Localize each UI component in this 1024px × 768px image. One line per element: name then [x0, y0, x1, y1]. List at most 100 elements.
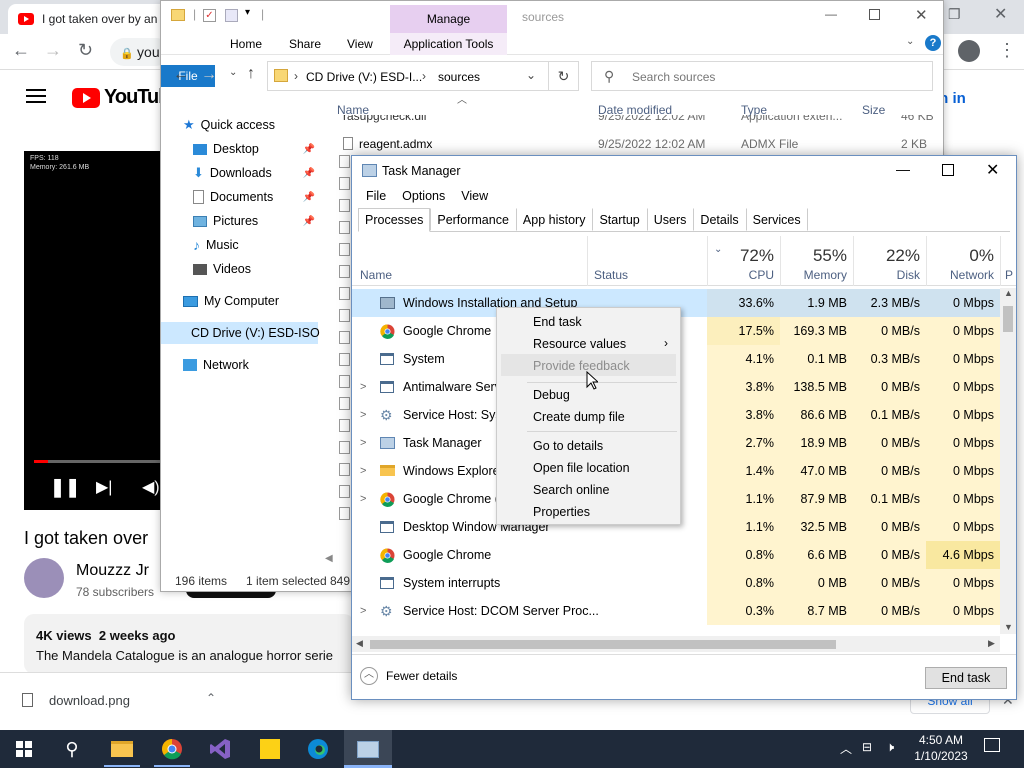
chrome-tab[interactable]: I got taken over by an [8, 4, 168, 34]
menu-go-to-details[interactable]: Go to details [533, 439, 603, 453]
address-bar[interactable]: › CD Drive (V:) ESD-I... › sources ⌄ ↻ [267, 61, 579, 91]
expand-chevron-icon[interactable]: > [360, 429, 366, 457]
up-arrow-icon[interactable]: ↑ [247, 65, 255, 83]
column-name[interactable]: Name [360, 268, 392, 282]
back-arrow-icon[interactable]: ← [12, 40, 30, 61]
menu-view[interactable]: View [453, 186, 496, 208]
close-icon[interactable]: ✕ [915, 6, 928, 24]
taskbar-edge[interactable] [294, 730, 342, 768]
manage-contextual-tab[interactable]: Manage [390, 5, 507, 33]
network-tray-icon[interactable]: ⊟ [862, 740, 872, 754]
back-arrow-icon[interactable]: ← [173, 66, 189, 84]
menu-file[interactable]: File [358, 186, 394, 208]
nav-downloads[interactable]: ⬇ Downloads 📌 [193, 162, 315, 184]
channel-name[interactable]: Mouzzz Jr [76, 562, 149, 580]
expand-chevron-icon[interactable]: > [360, 401, 366, 429]
ribbon-tab-application-tools[interactable]: Application Tools [390, 33, 507, 55]
forward-arrow-icon[interactable]: → [44, 40, 62, 61]
properties-icon[interactable]: ✓ [203, 9, 216, 22]
hscrollbar-thumb[interactable] [370, 640, 836, 649]
video-progress-bar[interactable] [34, 460, 170, 463]
recent-locations-icon[interactable]: ⌄ [229, 67, 237, 78]
process-row[interactable]: System interrupts 0.8% 0 MB 0 MB/s 0 Mbps [352, 569, 1000, 597]
help-icon[interactable]: ? [925, 35, 941, 51]
restore-icon[interactable]: ❐ [948, 6, 961, 23]
file-row[interactable]: rasupgcheck.dll 9/25/2022 12:02 AM Appli… [337, 115, 943, 131]
ribbon-tab-view[interactable]: View [347, 37, 373, 51]
video-player[interactable]: FPS: 118 Memory: 261.6 MB ❚❚ ▶| ◀) [24, 151, 174, 510]
tab-app-history[interactable]: App history [515, 208, 593, 231]
nav-music[interactable]: ♪ Music [193, 234, 239, 256]
process-row[interactable]: Google Chrome 0.8% 6.6 MB 0 MB/s 4.6 Mbps [352, 541, 1000, 569]
nav-quick-access[interactable]: ★ Quick access [183, 114, 275, 136]
expand-chevron-icon[interactable]: > [360, 457, 366, 485]
nav-my-computer[interactable]: My Computer [183, 290, 279, 312]
new-folder-icon[interactable] [225, 9, 238, 22]
tab-services[interactable]: Services [745, 208, 808, 231]
horizontal-scrollbar[interactable]: ◀ ▶ [352, 636, 1000, 652]
menu-open-file-location[interactable]: Open file location [533, 461, 630, 475]
menu-debug[interactable]: Debug [533, 388, 570, 402]
menu-search-online[interactable]: Search online [533, 483, 609, 497]
taskbar-sticky-notes[interactable] [246, 730, 294, 768]
tab-users[interactable]: Users [646, 208, 694, 231]
column-disk[interactable]: 22% Disk [853, 236, 926, 286]
next-icon[interactable]: ▶| [96, 477, 112, 497]
tab-performance[interactable]: Performance [430, 208, 516, 231]
tab-startup[interactable]: Startup [592, 208, 646, 231]
nav-pictures[interactable]: Pictures 📌 [193, 210, 315, 232]
column-network[interactable]: 0% Network [926, 236, 1000, 286]
notifications-icon[interactable] [984, 738, 1000, 752]
minimize-icon[interactable]: — [825, 7, 837, 21]
menu-end-task[interactable]: End task [533, 315, 582, 329]
maximize-icon[interactable] [869, 9, 880, 20]
menu-create-dump-file[interactable]: Create dump file [533, 410, 625, 424]
pause-icon[interactable]: ❚❚ [50, 477, 80, 498]
scroll-right-icon[interactable]: ▶ [988, 638, 995, 649]
nav-cd-drive[interactable]: CD Drive (V:) ESD-ISO [161, 322, 320, 344]
tab-details[interactable]: Details [693, 208, 745, 231]
expand-ribbon-icon[interactable]: ⌄ [906, 36, 914, 47]
column-memory[interactable]: 55% Memory [780, 236, 853, 286]
channel-avatar[interactable] [24, 558, 64, 598]
menu-resource-values[interactable]: Resource values [533, 337, 626, 351]
more-menu-icon[interactable]: ⋮ [998, 40, 1016, 61]
forward-arrow-icon[interactable]: → [201, 66, 217, 84]
scrollbar-thumb[interactable] [1003, 306, 1013, 332]
search-box[interactable]: ⚲ Search sources [591, 61, 933, 91]
chevron-up-icon[interactable]: ⌃ [206, 691, 216, 705]
menu-provide-feedback[interactable]: Provide feedback [533, 359, 630, 373]
expand-chevron-icon[interactable]: > [360, 597, 366, 625]
taskbar-chrome[interactable] [148, 730, 196, 768]
scroll-up-icon[interactable]: ▲ [1004, 288, 1013, 298]
breadcrumb-drive[interactable]: CD Drive (V:) ESD-I... [306, 70, 422, 84]
scroll-left-icon[interactable]: ◀ [325, 553, 333, 564]
start-button[interactable] [0, 730, 48, 768]
volume-icon[interactable]: ◀) [142, 477, 160, 497]
tray-chevron-up-icon[interactable]: ︿ [840, 740, 852, 757]
ribbon-tab-home[interactable]: Home [230, 37, 262, 51]
nav-documents[interactable]: Documents 📌 [193, 186, 315, 208]
file-row[interactable]: reagent.admx 9/25/2022 12:02 AM ADMX Fil… [337, 135, 943, 155]
process-row[interactable]: > ⚙ Service Host: DCOM Server Proc... 0.3% 8… [352, 597, 1000, 625]
download-filename[interactable]: download.png [49, 693, 130, 708]
fewer-details-button[interactable]: ︿ Fewer details [360, 667, 457, 685]
clock[interactable]: 4:50 AM 1/10/2023 [910, 732, 972, 764]
close-icon[interactable]: ✕ [994, 4, 1007, 24]
nav-desktop[interactable]: Desktop 📌 [193, 138, 315, 160]
menu-properties[interactable]: Properties [533, 505, 590, 519]
minimize-icon[interactable]: — [896, 161, 910, 177]
column-power[interactable]: P [1000, 236, 1016, 286]
volume-tray-icon[interactable]: 🕨 [886, 739, 894, 755]
vertical-scrollbar[interactable]: ▲ ▼ [1000, 288, 1016, 634]
ribbon-tab-share[interactable]: Share [289, 37, 321, 51]
breadcrumb-folder[interactable]: sources [438, 70, 480, 84]
scroll-down-icon[interactable]: ▼ [1004, 622, 1013, 632]
address-dropdown-icon[interactable]: ⌄ [526, 68, 536, 82]
reload-icon[interactable]: ↻ [78, 40, 93, 61]
refresh-icon[interactable]: ↻ [548, 62, 578, 90]
taskbar-task-manager[interactable] [344, 730, 392, 768]
search-icon[interactable]: ⚲ [48, 730, 96, 768]
column-status[interactable]: Status [587, 236, 707, 286]
description-box[interactable]: 4K views 2 weeks ago The Mandela Catalog… [24, 614, 354, 674]
